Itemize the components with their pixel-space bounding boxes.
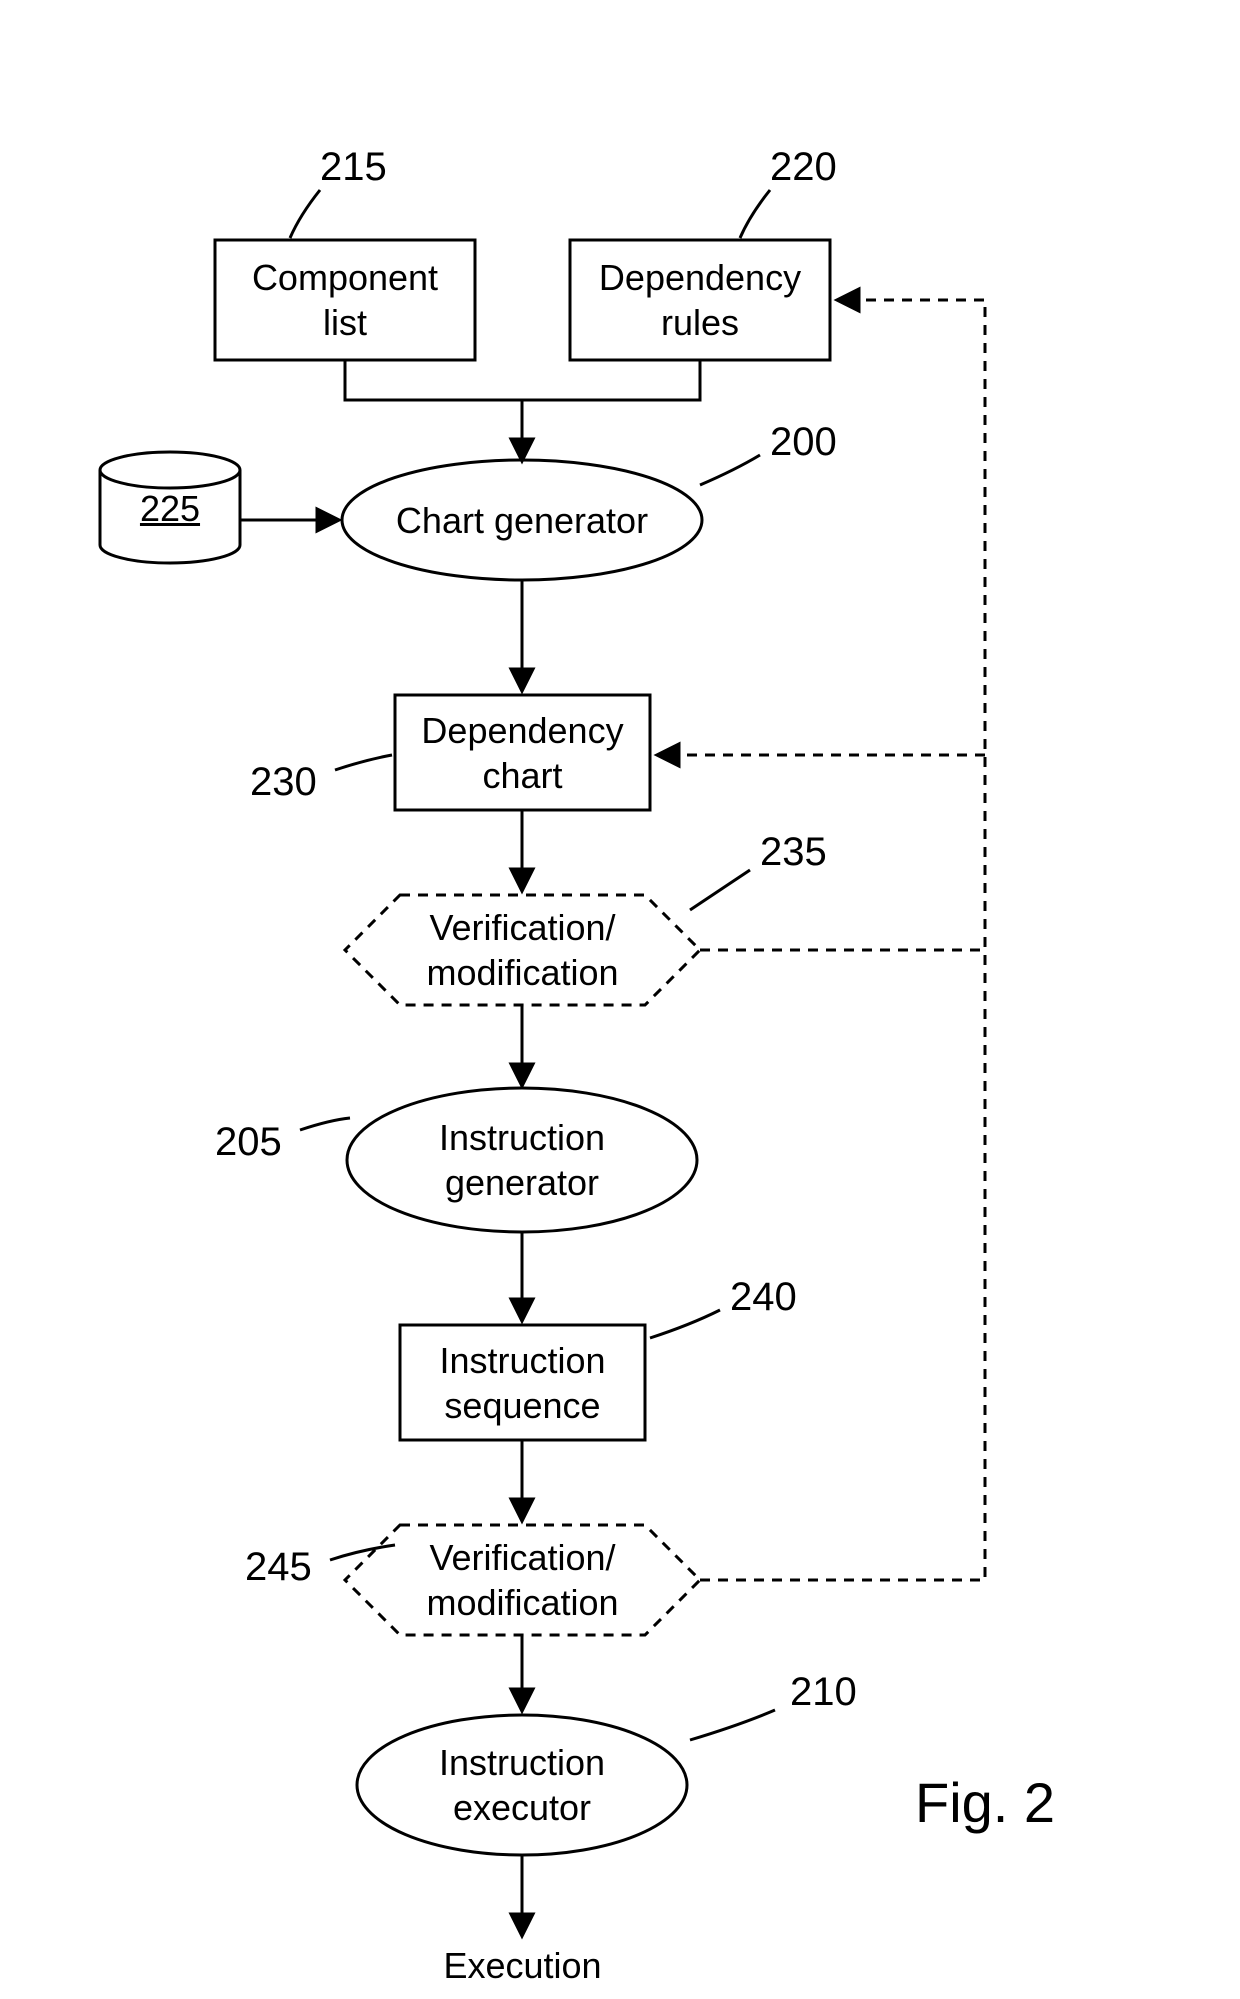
component-list-label: Component list bbox=[215, 240, 475, 360]
ref-245: 245 bbox=[245, 1545, 312, 1590]
leader-235 bbox=[690, 870, 750, 910]
leader-230 bbox=[335, 755, 392, 770]
instruction-sequence-label: Instruction sequence bbox=[400, 1325, 645, 1440]
feedback-verify1-to-deprules bbox=[700, 300, 985, 950]
ref-220: 220 bbox=[770, 145, 837, 190]
ref-240: 240 bbox=[730, 1275, 797, 1320]
dependency-rules-label: Dependency rules bbox=[570, 240, 830, 360]
ref-210: 210 bbox=[790, 1670, 857, 1715]
db-label: 225 bbox=[120, 488, 220, 528]
leader-220 bbox=[740, 190, 770, 238]
ref-215: 215 bbox=[320, 145, 387, 190]
verify1-label: Verification/ modification bbox=[360, 900, 685, 1000]
figure-caption: Fig. 2 bbox=[915, 1770, 1055, 1835]
ref-200: 200 bbox=[770, 420, 837, 465]
dependency-chart-label: Dependency chart bbox=[395, 695, 650, 810]
feedback-verify2-join bbox=[700, 950, 985, 1580]
leader-210 bbox=[690, 1710, 775, 1740]
chart-generator-label: Chart generator bbox=[342, 490, 702, 550]
leader-215 bbox=[290, 190, 320, 238]
ref-205: 205 bbox=[215, 1120, 282, 1165]
leader-200 bbox=[700, 455, 760, 485]
ref-235: 235 bbox=[760, 830, 827, 875]
verify2-label: Verification/ modification bbox=[360, 1530, 685, 1630]
leader-205 bbox=[300, 1118, 350, 1130]
leader-240 bbox=[650, 1310, 720, 1338]
merge-connector bbox=[345, 360, 700, 400]
instruction-executor-label: Instruction executor bbox=[357, 1735, 687, 1835]
execution-label: Execution bbox=[420, 1940, 625, 1990]
ref-230: 230 bbox=[250, 760, 317, 805]
instruction-generator-label: Instruction generator bbox=[347, 1110, 697, 1210]
